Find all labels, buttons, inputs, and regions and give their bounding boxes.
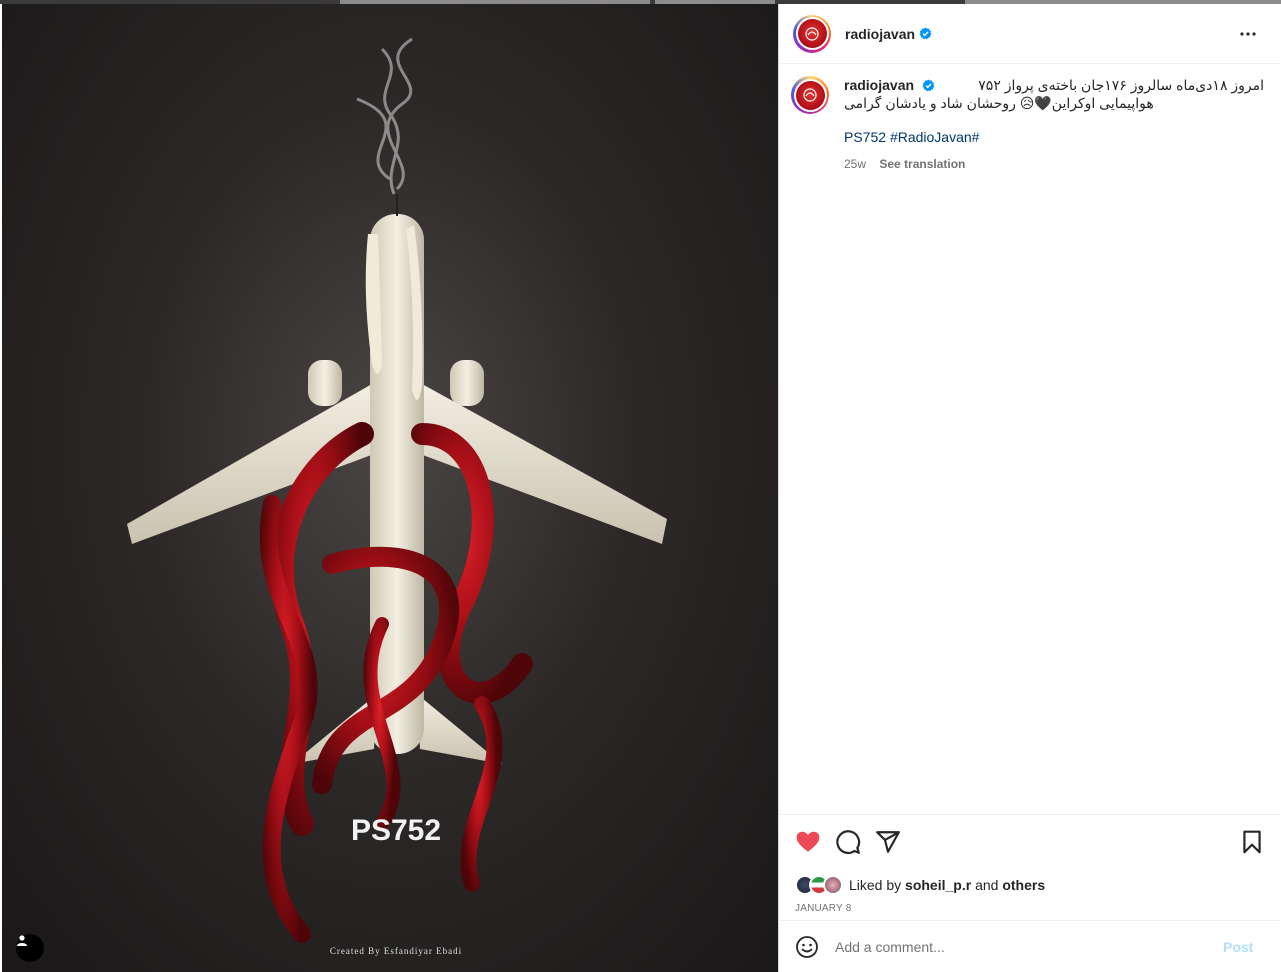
- liked-by: Liked by soheil_p.r and others: [795, 875, 1045, 895]
- post-image[interactable]: PS752 Created By Esfandiyar Ebadi: [2, 4, 778, 972]
- liked-by-user-link[interactable]: soheil_p.r: [905, 877, 971, 893]
- verified-badge-icon: [919, 27, 932, 40]
- radiojavan-logo-icon: [805, 26, 819, 41]
- comment-input[interactable]: [835, 938, 1215, 955]
- post-side-panel: radiojavan radiojavan: [778, 4, 1280, 972]
- image-overlay-text: PS752: [351, 814, 441, 847]
- user-tag-icon[interactable]: [16, 934, 44, 962]
- hashtag-link[interactable]: PS752: [844, 129, 886, 145]
- comment-bar: Post: [779, 920, 1280, 972]
- bookmark-icon[interactable]: [1239, 829, 1265, 855]
- caption-author-avatar[interactable]: [791, 76, 829, 114]
- post-comment-button[interactable]: Post: [1223, 939, 1253, 955]
- radiojavan-logo-icon: [803, 88, 817, 102]
- share-icon[interactable]: [875, 829, 901, 855]
- liker-avatar[interactable]: [823, 875, 843, 895]
- right-wing: [420, 384, 667, 544]
- author-avatar[interactable]: [793, 14, 831, 53]
- instagram-post-modal: PS752 Created By Esfandiyar Ebadi radioj…: [0, 0, 1281, 972]
- left-engine: [308, 360, 342, 406]
- liked-by-others-link[interactable]: others: [1002, 877, 1045, 893]
- liked-by-prefix: Liked by: [849, 877, 902, 893]
- smoke: [356, 37, 413, 195]
- image-credit-text: Created By Esfandiyar Ebadi: [330, 946, 462, 956]
- verified-badge-icon: [922, 79, 935, 92]
- more-options-icon[interactable]: [1236, 22, 1260, 46]
- liked-by-connector: and: [975, 877, 999, 893]
- caption-username[interactable]: radiojavan: [844, 77, 914, 93]
- caption-hashtags: PS752 #RadioJavan#: [844, 128, 1264, 146]
- hashtag-link[interactable]: #RadioJavan#: [890, 129, 980, 145]
- caption-line-1: امروز ۱۸دی‌ماه سالروز ۱۷۶جان باخته‌ی پرو…: [978, 77, 1264, 93]
- heart-filled-icon[interactable]: [795, 829, 821, 855]
- post-date[interactable]: JANUARY 8: [795, 903, 851, 914]
- emoji-icon[interactable]: [795, 935, 819, 959]
- right-engine: [450, 360, 484, 406]
- see-translation-button[interactable]: See translation: [879, 157, 965, 171]
- comment-icon[interactable]: [835, 829, 861, 855]
- author-username[interactable]: radiojavan: [845, 26, 915, 42]
- caption-meta: 25w See translation: [844, 155, 1264, 173]
- plane-candle-artwork: PS752 Created By Esfandiyar Ebadi: [127, 37, 667, 956]
- post-caption: radiojavan امروز ۱۸دی‌ماه سالروز ۱۷۶جان …: [791, 76, 1271, 173]
- post-age: 25w: [844, 157, 867, 171]
- caption-line-2: هواپیمایی اوکراین🖤😥 روحشان شاد و یادشان …: [844, 95, 1154, 111]
- post-actions: Liked by soheil_p.r and others JANUARY 8: [779, 814, 1280, 924]
- post-header: radiojavan: [779, 4, 1280, 64]
